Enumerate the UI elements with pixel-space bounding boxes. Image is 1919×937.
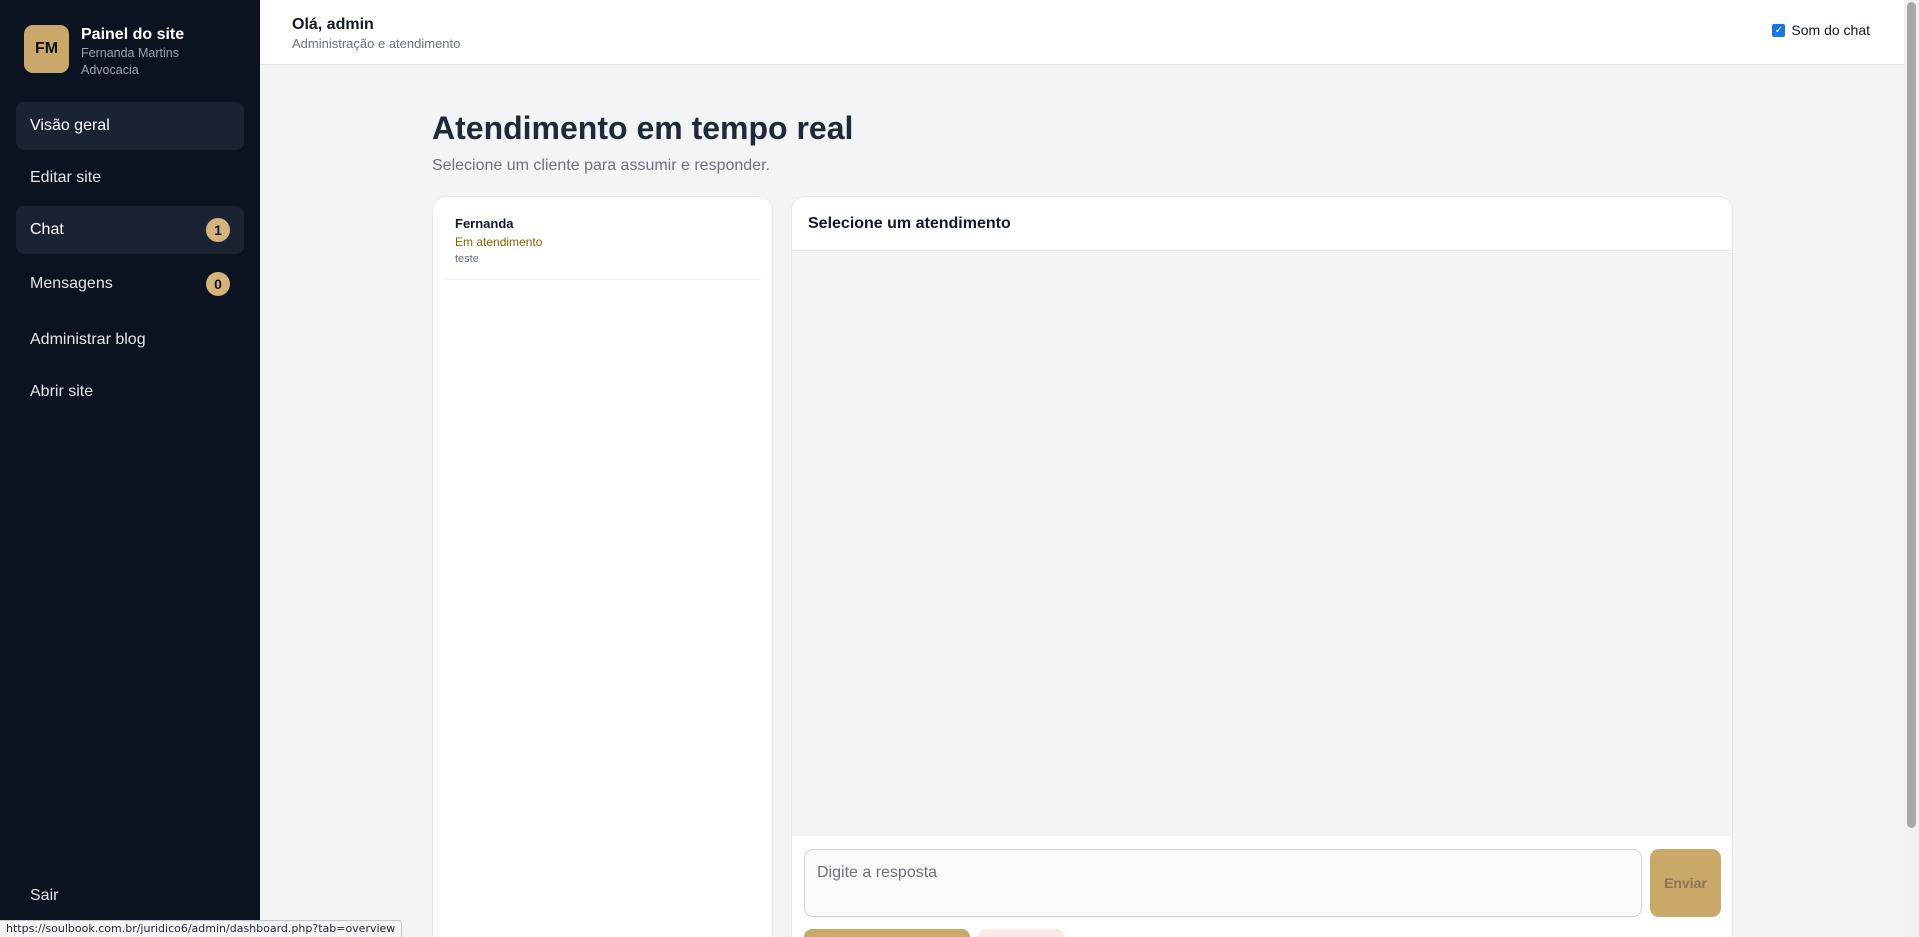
sidebar-item-label: Editar site	[30, 169, 102, 186]
conversation-status: Em atendimento	[455, 235, 543, 249]
scrollbar-thumb[interactable]	[1907, 2, 1916, 828]
chat-count-badge: 1	[206, 218, 230, 242]
greeting-subtitle: Administração e atendimento	[292, 36, 461, 51]
topbar: Olá, admin Administração e atendimento ✓…	[260, 0, 1904, 65]
conversation-last-message: teste	[455, 253, 479, 265]
status-bar-url: https://soulbook.com.br/juridico6/admin/…	[0, 920, 403, 937]
sidebar-item-visao-geral[interactable]: Visão geral	[16, 102, 244, 150]
sidebar-item-chat[interactable]: Chat 1	[16, 206, 244, 254]
sidebar-item-abrir-site[interactable]: Abrir site	[16, 368, 244, 416]
send-button[interactable]: Enviar	[1650, 849, 1721, 917]
brand: FM Painel do site Fernanda Martins Advoc…	[24, 25, 201, 79]
page-subtitle: Selecione um cliente para assumir e resp…	[432, 157, 770, 174]
conversation-item[interactable]: Fernanda Em atendimento teste	[445, 211, 761, 280]
sidebar-item-label: Visão geral	[30, 117, 110, 134]
sidebar-item-label: Mensagens	[30, 275, 113, 292]
sidebar-item-label: Administrar blog	[30, 331, 146, 348]
avatar: FM	[24, 25, 69, 73]
chat-header: Selecione um atendimento	[792, 197, 1732, 251]
brand-subtitle: Fernanda Martins Advocacia	[81, 46, 179, 77]
conversation-name: Fernanda	[455, 216, 514, 231]
sidebar-item-administrar-blog[interactable]: Administrar blog	[16, 314, 244, 366]
brand-text: Painel do site Fernanda Martins Advocaci…	[81, 25, 201, 79]
page-title: Atendimento em tempo real	[432, 110, 854, 146]
sidebar-nav: Visão geral Editar site Chat 1 Mensagens…	[16, 102, 244, 418]
messages-count-badge: 0	[206, 272, 230, 296]
chat-sound-toggle[interactable]: ✓ Som do chat	[1772, 22, 1870, 38]
sidebar: FM Painel do site Fernanda Martins Advoc…	[0, 0, 260, 937]
logout-link[interactable]: Sair	[30, 887, 58, 905]
greeting-title: Olá, admin	[292, 16, 374, 33]
close-button[interactable]	[978, 929, 1064, 937]
chat-messages-area	[792, 251, 1732, 836]
sidebar-item-label: Chat	[30, 221, 64, 238]
sidebar-item-editar-site[interactable]: Editar site	[16, 154, 244, 202]
chat-panel: Selecione um atendimento Enviar	[791, 196, 1733, 937]
page-scrollbar[interactable]	[1904, 0, 1919, 937]
sidebar-item-mensagens[interactable]: Mensagens 0	[16, 256, 244, 312]
greeting: Olá, admin Administração e atendimento	[292, 15, 460, 52]
conversation-list: Fernanda Em atendimento teste	[432, 196, 773, 937]
check-icon[interactable]: ✓	[1772, 23, 1786, 37]
reply-input[interactable]	[804, 849, 1642, 917]
chat-sound-label: Som do chat	[1791, 22, 1870, 38]
brand-title: Painel do site	[81, 26, 185, 43]
sidebar-item-label: Abrir site	[30, 383, 94, 400]
assume-button[interactable]	[804, 929, 970, 937]
